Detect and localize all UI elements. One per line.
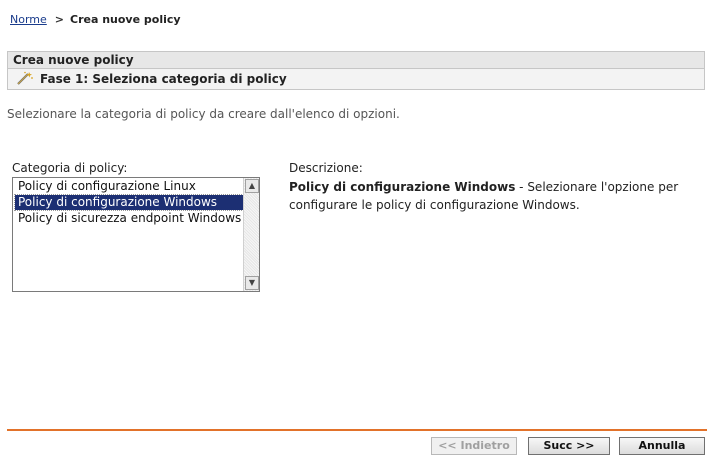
next-button[interactable]: Succ >> xyxy=(528,437,610,455)
description-title: Policy di configurazione Windows xyxy=(289,180,516,194)
back-button[interactable]: << Indietro xyxy=(431,437,517,455)
description-label: Descrizione: xyxy=(289,161,363,175)
scroll-up-icon[interactable]: ▲ xyxy=(245,179,259,193)
instruction-text: Selezionare la categoria di policy da cr… xyxy=(7,107,400,121)
breadcrumb-link-norme[interactable]: Norme xyxy=(10,13,47,26)
list-item-linux-config[interactable]: Policy di configurazione Linux xyxy=(15,179,245,194)
cancel-button[interactable]: Annulla xyxy=(619,437,705,455)
footer-divider xyxy=(7,429,707,431)
breadcrumb-separator: > xyxy=(54,13,64,26)
breadcrumb: Norme > Crea nuove policy xyxy=(10,13,181,26)
listbox-scrollbar[interactable]: ▲ ▼ xyxy=(243,178,259,291)
scroll-down-icon[interactable]: ▼ xyxy=(245,276,259,290)
list-item-windows-config[interactable]: Policy di configurazione Windows xyxy=(14,194,246,211)
wand-icon xyxy=(16,71,34,85)
list-item-windows-endpoint-security[interactable]: Policy di sicurezza endpoint Windows xyxy=(15,211,245,226)
step-header: Fase 1: Seleziona categoria di policy xyxy=(7,68,705,90)
description-text: Policy di configurazione Windows - Selez… xyxy=(289,178,699,214)
category-label: Categoria di policy: xyxy=(12,161,128,175)
breadcrumb-current: Crea nuove policy xyxy=(70,13,181,26)
category-listbox[interactable]: Policy di configurazione Linux Policy di… xyxy=(12,177,260,292)
step-title: Fase 1: Seleziona categoria di policy xyxy=(40,72,287,86)
panel-title: Crea nuove policy xyxy=(7,51,705,68)
